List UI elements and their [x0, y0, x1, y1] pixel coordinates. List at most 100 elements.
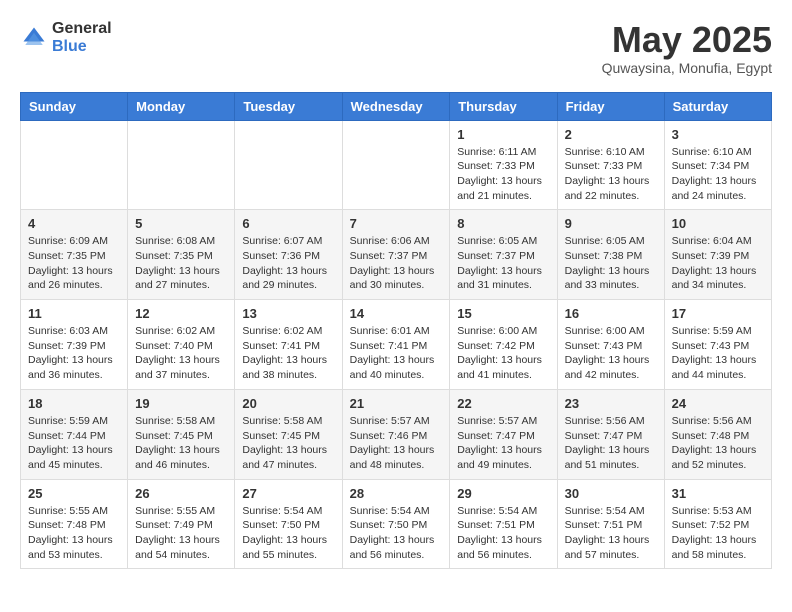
day-number: 14 — [350, 306, 443, 321]
calendar-cell: 27Sunrise: 5:54 AM Sunset: 7:50 PM Dayli… — [235, 479, 342, 569]
day-number: 23 — [565, 396, 657, 411]
calendar-cell: 19 Sunrise: 5:58 AM Sunset: 7:45 PM Dayli… — [128, 389, 235, 479]
calendar-cell: 14 Sunrise: 6:01 AM Sunset: 7:41 PM Dayli… — [342, 300, 450, 390]
day-number: 15 — [457, 306, 549, 321]
day-info: Sunrise: 6:07 AM Sunset: 7:36 PM Dayligh… — [242, 234, 334, 293]
day-number: 4 — [28, 216, 120, 231]
day-number: 13 — [242, 306, 334, 321]
weekday-header-sunday: Sunday — [21, 92, 128, 120]
calendar-cell: 7 Sunrise: 6:06 AM Sunset: 7:37 PM Daylig… — [342, 210, 450, 300]
calendar-cell: 12Sunrise: 6:02 AM Sunset: 7:40 PM Dayli… — [128, 300, 235, 390]
day-info: Sunrise: 5:54 AM Sunset: 7:50 PM Dayligh… — [242, 504, 334, 563]
calendar-cell: 6Sunrise: 6:07 AM Sunset: 7:36 PM Daylig… — [235, 210, 342, 300]
day-number: 10 — [672, 216, 764, 231]
logo-text: General Blue — [52, 20, 112, 55]
day-number: 18 — [28, 396, 120, 411]
day-info: Sunrise: 6:03 AM Sunset: 7:39 PM Dayligh… — [28, 324, 120, 383]
calendar-cell: 15 Sunrise: 6:00 AM Sunset: 7:42 PM Dayli… — [450, 300, 557, 390]
day-info: Sunrise: 5:53 AM Sunset: 7:52 PM Dayligh… — [672, 504, 764, 563]
weekday-header-saturday: Saturday — [664, 92, 771, 120]
calendar-cell — [342, 120, 450, 210]
day-info: Sunrise: 5:58 AM Sunset: 7:45 PM Dayligh… — [242, 414, 334, 473]
day-info: Sunrise: 6:10 AM Sunset: 7:33 PM Dayligh… — [565, 145, 657, 204]
calendar-week-4: 18 Sunrise: 5:59 AM Sunset: 7:44 PM Dayli… — [21, 389, 772, 479]
day-number: 12 — [135, 306, 227, 321]
calendar-cell: 2 Sunrise: 6:10 AM Sunset: 7:33 PM Daylig… — [557, 120, 664, 210]
day-number: 8 — [457, 216, 549, 231]
day-info: Sunrise: 6:00 AM Sunset: 7:42 PM Dayligh… — [457, 324, 549, 383]
calendar-cell: 30 Sunrise: 5:54 AM Sunset: 7:51 PM Dayli… — [557, 479, 664, 569]
day-info: Sunrise: 6:02 AM Sunset: 7:41 PM Dayligh… — [242, 324, 334, 383]
calendar-week-3: 11Sunrise: 6:03 AM Sunset: 7:39 PM Dayli… — [21, 300, 772, 390]
location-subtitle: Quwaysina, Monufia, Egypt — [602, 60, 772, 76]
calendar-cell: 31 Sunrise: 5:53 AM Sunset: 7:52 PM Dayli… — [664, 479, 771, 569]
day-number: 31 — [672, 486, 764, 501]
day-info: Sunrise: 6:04 AM Sunset: 7:39 PM Dayligh… — [672, 234, 764, 293]
calendar-cell: 24Sunrise: 5:56 AM Sunset: 7:48 PM Dayli… — [664, 389, 771, 479]
weekday-header-friday: Friday — [557, 92, 664, 120]
calendar-cell: 22Sunrise: 5:57 AM Sunset: 7:47 PM Dayli… — [450, 389, 557, 479]
calendar-cell: 1 Sunrise: 6:11 AM Sunset: 7:33 PM Daylig… — [450, 120, 557, 210]
calendar-cell: 18 Sunrise: 5:59 AM Sunset: 7:44 PM Dayli… — [21, 389, 128, 479]
calendar-cell: 10 Sunrise: 6:04 AM Sunset: 7:39 PM Dayli… — [664, 210, 771, 300]
day-info: Sunrise: 6:01 AM Sunset: 7:41 PM Dayligh… — [350, 324, 443, 383]
weekday-header-tuesday: Tuesday — [235, 92, 342, 120]
day-number: 30 — [565, 486, 657, 501]
day-number: 3 — [672, 127, 764, 142]
day-info: Sunrise: 6:05 AM Sunset: 7:37 PM Dayligh… — [457, 234, 549, 293]
day-info: Sunrise: 5:59 AM Sunset: 7:43 PM Dayligh… — [672, 324, 764, 383]
calendar-cell: 26Sunrise: 5:55 AM Sunset: 7:49 PM Dayli… — [128, 479, 235, 569]
calendar-cell: 3Sunrise: 6:10 AM Sunset: 7:34 PM Daylig… — [664, 120, 771, 210]
title-area: May 2025 Quwaysina, Monufia, Egypt — [602, 20, 772, 76]
day-info: Sunrise: 5:56 AM Sunset: 7:47 PM Dayligh… — [565, 414, 657, 473]
calendar-cell: 23 Sunrise: 5:56 AM Sunset: 7:47 PM Dayli… — [557, 389, 664, 479]
day-info: Sunrise: 5:54 AM Sunset: 7:50 PM Dayligh… — [350, 504, 443, 563]
month-title: May 2025 — [602, 20, 772, 60]
day-number: 25 — [28, 486, 120, 501]
calendar-cell: 28 Sunrise: 5:54 AM Sunset: 7:50 PM Dayli… — [342, 479, 450, 569]
calendar-cell: 17 Sunrise: 5:59 AM Sunset: 7:43 PM Dayli… — [664, 300, 771, 390]
calendar-cell: 16Sunrise: 6:00 AM Sunset: 7:43 PM Dayli… — [557, 300, 664, 390]
day-number: 1 — [457, 127, 549, 142]
calendar-cell: 4 Sunrise: 6:09 AM Sunset: 7:35 PM Daylig… — [21, 210, 128, 300]
day-info: Sunrise: 5:55 AM Sunset: 7:49 PM Dayligh… — [135, 504, 227, 563]
day-info: Sunrise: 6:06 AM Sunset: 7:37 PM Dayligh… — [350, 234, 443, 293]
day-number: 29 — [457, 486, 549, 501]
day-info: Sunrise: 5:54 AM Sunset: 7:51 PM Dayligh… — [457, 504, 549, 563]
day-info: Sunrise: 5:59 AM Sunset: 7:44 PM Dayligh… — [28, 414, 120, 473]
day-number: 9 — [565, 216, 657, 231]
day-number: 2 — [565, 127, 657, 142]
day-info: Sunrise: 6:09 AM Sunset: 7:35 PM Dayligh… — [28, 234, 120, 293]
day-number: 24 — [672, 396, 764, 411]
day-number: 21 — [350, 396, 443, 411]
logo: General Blue — [20, 20, 112, 55]
day-info: Sunrise: 6:11 AM Sunset: 7:33 PM Dayligh… — [457, 145, 549, 204]
day-number: 17 — [672, 306, 764, 321]
calendar-table: SundayMondayTuesdayWednesdayThursdayFrid… — [20, 92, 772, 570]
page-header: General Blue May 2025 Quwaysina, Monufia… — [20, 20, 772, 76]
day-info: Sunrise: 6:08 AM Sunset: 7:35 PM Dayligh… — [135, 234, 227, 293]
day-number: 20 — [242, 396, 334, 411]
calendar-cell: 13 Sunrise: 6:02 AM Sunset: 7:41 PM Dayli… — [235, 300, 342, 390]
calendar-cell: 29 Sunrise: 5:54 AM Sunset: 7:51 PM Dayli… — [450, 479, 557, 569]
weekday-header-monday: Monday — [128, 92, 235, 120]
weekday-header-wednesday: Wednesday — [342, 92, 450, 120]
day-number: 19 — [135, 396, 227, 411]
day-info: Sunrise: 5:57 AM Sunset: 7:47 PM Dayligh… — [457, 414, 549, 473]
day-number: 7 — [350, 216, 443, 231]
calendar-cell — [235, 120, 342, 210]
day-number: 28 — [350, 486, 443, 501]
calendar-cell: 8 Sunrise: 6:05 AM Sunset: 7:37 PM Daylig… — [450, 210, 557, 300]
calendar-cell — [21, 120, 128, 210]
logo-blue: Blue — [52, 38, 112, 56]
calendar-cell: 9Sunrise: 6:05 AM Sunset: 7:38 PM Daylig… — [557, 210, 664, 300]
weekday-header-row: SundayMondayTuesdayWednesdayThursdayFrid… — [21, 92, 772, 120]
calendar-week-2: 4 Sunrise: 6:09 AM Sunset: 7:35 PM Daylig… — [21, 210, 772, 300]
calendar-cell: 11Sunrise: 6:03 AM Sunset: 7:39 PM Dayli… — [21, 300, 128, 390]
day-info: Sunrise: 6:00 AM Sunset: 7:43 PM Dayligh… — [565, 324, 657, 383]
logo-general: General — [52, 20, 112, 38]
day-info: Sunrise: 5:54 AM Sunset: 7:51 PM Dayligh… — [565, 504, 657, 563]
calendar-cell: 25Sunrise: 5:55 AM Sunset: 7:48 PM Dayli… — [21, 479, 128, 569]
calendar-cell: 20 Sunrise: 5:58 AM Sunset: 7:45 PM Dayli… — [235, 389, 342, 479]
day-info: Sunrise: 5:58 AM Sunset: 7:45 PM Dayligh… — [135, 414, 227, 473]
